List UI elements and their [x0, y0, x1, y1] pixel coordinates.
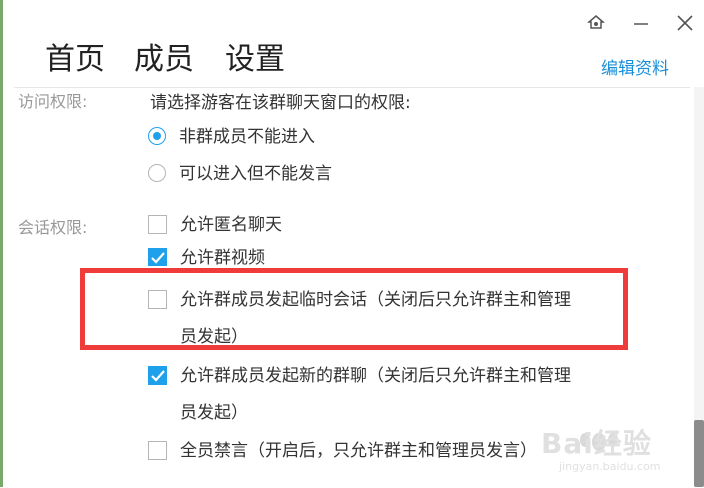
watermark-url: jingyan.baidu.com — [559, 460, 661, 473]
checkbox-label-line1: 允许群成员发起新的群聊（关闭后只允许群主和管理 — [180, 366, 571, 386]
close-icon[interactable] — [672, 10, 698, 36]
tab-members[interactable]: 成员 — [134, 38, 194, 82]
radio-selected-icon[interactable] — [148, 127, 166, 145]
checkbox-label: 允许群视频 — [180, 248, 265, 266]
checkbox-icon[interactable] — [148, 441, 167, 460]
checkbox-anonymous-chat[interactable]: 允许匿名聊天 — [148, 215, 282, 244]
checkbox-temp-session[interactable]: 允许群成员发起临时会话（关闭后只允许群主和管理 员发起） — [148, 290, 571, 356]
access-prompt: 请选择游客在该群聊天窗口的权限: — [150, 93, 411, 113]
checkbox-icon[interactable] — [148, 215, 167, 234]
checkbox-checked-icon[interactable] — [148, 366, 167, 385]
access-permission-label: 访问权限: — [18, 92, 88, 111]
checkbox-label: 全员禁言（开启后，只允许群主和管理员发言） — [180, 441, 537, 461]
checkbox-icon[interactable] — [148, 290, 167, 309]
checkbox-new-group-chat[interactable]: 允许群成员发起新的群聊（关闭后只允许群主和管理 员发起） — [148, 366, 571, 432]
checkbox-label: 允许群成员发起临时会话（关闭后只允许群主和管理 员发起） — [180, 282, 571, 356]
checkbox-label-line1: 允许群成员发起临时会话（关闭后只允许群主和管理 — [180, 290, 571, 310]
checkbox-label-line2: 员发起） — [180, 327, 248, 347]
radio-option-non-member-blocked[interactable]: 非群成员不能进入 — [148, 127, 315, 156]
radio-unselected-icon[interactable] — [148, 164, 166, 182]
checkbox-group-video-clipped[interactable]: 允许群视频 — [148, 248, 288, 266]
tab-home[interactable]: 首页 — [45, 38, 105, 82]
checkbox-label-line2: 员发起） — [180, 403, 248, 423]
edit-profile-link[interactable]: 编辑资料 — [601, 54, 669, 79]
radio-option-label: 可以进入但不能发言 — [179, 164, 332, 184]
minimize-icon[interactable] — [628, 10, 654, 36]
radio-option-enter-no-speak[interactable]: 可以进入但不能发言 — [148, 164, 332, 193]
checkbox-label: 允许群成员发起新的群聊（关闭后只允许群主和管理 员发起） — [180, 358, 571, 432]
window-left-edge — [0, 0, 3, 487]
checkbox-label: 允许匿名聊天 — [180, 215, 282, 235]
pin-icon[interactable] — [583, 10, 609, 36]
tab-settings[interactable]: 设置 — [225, 38, 285, 82]
checkbox-mute-all[interactable]: 全员禁言（开启后，只允许群主和管理员发言） — [148, 441, 537, 470]
radio-option-label: 非群成员不能进入 — [179, 127, 315, 147]
session-permission-label: 会话权限: — [18, 218, 88, 237]
scrollbar-thumb[interactable] — [694, 420, 704, 487]
checkbox-checked-icon[interactable] — [148, 248, 167, 266]
